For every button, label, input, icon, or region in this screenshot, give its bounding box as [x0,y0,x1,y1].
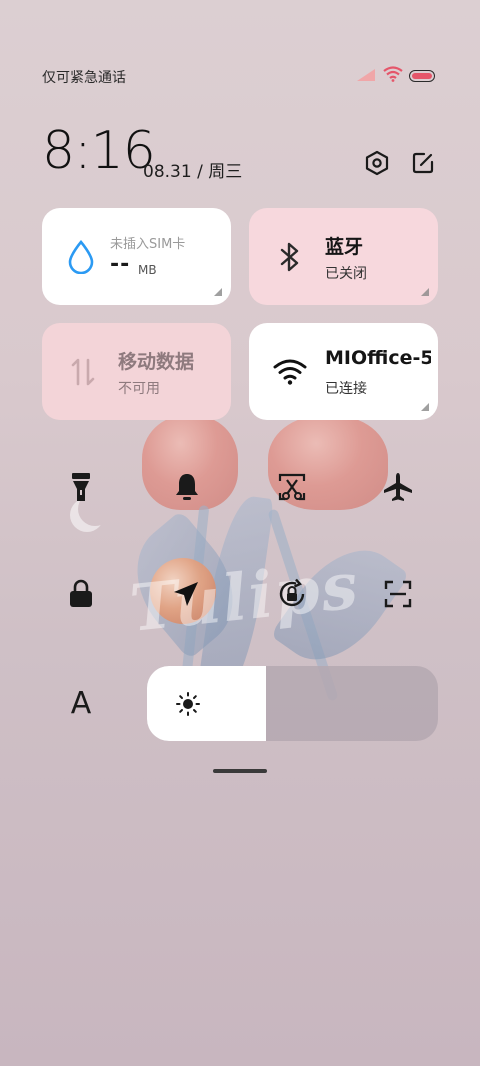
settings-icon[interactable] [363,149,391,177]
bluetooth-status: 已关闭 [325,266,367,282]
bell-icon[interactable] [167,467,207,507]
bluetooth-icon [273,240,307,274]
bluetooth-tile[interactable]: 蓝牙 已关闭 [249,208,438,305]
expand-corner-icon [421,288,429,296]
sun-icon [176,692,200,716]
sim-status: 未插入SIM卡 [110,237,186,252]
wifi-status: 已连接 [325,381,367,397]
clock-time: 8:16 [42,121,156,181]
wifi-network-name: MIOffice-5G [325,347,431,369]
rotation-lock-icon[interactable] [272,574,312,614]
data-usage-unit: MB [138,263,157,277]
data-usage-tile[interactable]: 未插入SIM卡 -- MB [42,208,231,305]
mobile-data-status: 不可用 [118,381,160,397]
mobile-data-label: 移动数据 [118,351,195,373]
wifi-tile[interactable]: MIOffice-5G 已连接 [249,323,438,420]
flashlight-icon[interactable] [61,467,101,507]
wallpaper-watermark: Tulips [126,548,363,647]
battery-level [412,73,432,79]
clock-date: 08.31 / 周三 [143,162,243,182]
scan-icon[interactable] [378,574,418,614]
drag-handle[interactable] [213,769,267,773]
font-size-toggle[interactable]: A [61,683,101,723]
screenshot-icon[interactable] [272,467,312,507]
water-drop-icon [64,240,98,274]
bluetooth-label: 蓝牙 [325,236,364,258]
wifi-status-icon [383,66,403,82]
edit-icon[interactable] [409,149,437,177]
carrier-text: 仅可紧急通话 [42,70,126,86]
wifi-icon [273,355,307,389]
mobile-data-tile[interactable]: 移动数据 不可用 [42,323,231,420]
data-usage-value: -- [110,252,131,277]
battery-icon [409,70,435,82]
data-arrows-icon [66,355,100,389]
expand-corner-icon [421,403,429,411]
brightness-slider[interactable] [147,666,438,741]
expand-corner-icon [214,288,222,296]
signal-icon [357,69,375,81]
status-bar: 仅可紧急通话 [0,0,480,110]
lock-icon[interactable] [61,574,101,614]
airplane-icon[interactable] [378,467,418,507]
brightness-fill [147,666,267,741]
location-icon[interactable] [166,574,206,614]
